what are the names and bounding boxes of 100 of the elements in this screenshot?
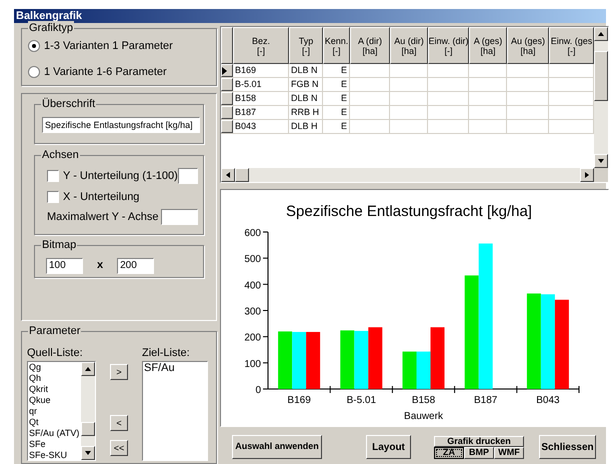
source-list[interactable]: Qg Qh Qkrit Qkue qr Qt SF/Au (ATV) SFe SFe-SKU bbox=[27, 361, 96, 461]
table-cell: E bbox=[323, 106, 350, 119]
row-header[interactable] bbox=[221, 92, 233, 105]
scroll-button[interactable] bbox=[81, 446, 95, 460]
column-header[interactable]: Au (dir) [ha] bbox=[390, 27, 428, 64]
move-button[interactable]: > bbox=[110, 364, 128, 380]
x-tick-label: B187 bbox=[474, 395, 498, 406]
list-item[interactable]: Qt bbox=[29, 417, 81, 428]
y-tick-label: 400 bbox=[244, 280, 261, 292]
table-cell: E bbox=[323, 120, 350, 133]
field-label: Maximalwert Y - Achse bbox=[47, 210, 158, 225]
y-tick-label: 300 bbox=[244, 306, 261, 318]
column-header[interactable]: Einw. (ges [-] bbox=[549, 27, 594, 64]
scroll-button[interactable] bbox=[594, 154, 608, 168]
format-button[interactable]: BMP bbox=[464, 446, 494, 458]
column-header[interactable]: Typ [-] bbox=[289, 27, 323, 64]
table-cell: B-5.01 bbox=[233, 78, 289, 91]
text-field[interactable]: Spezifische Entlastungsfracht [kg/ha] bbox=[42, 117, 200, 133]
list-item[interactable]: SF/Au bbox=[144, 362, 207, 374]
text-field[interactable] bbox=[178, 168, 198, 184]
column-header[interactable]: Einw. (dir) [-] bbox=[428, 27, 469, 64]
list-item[interactable]: qr bbox=[29, 406, 81, 417]
list-item[interactable]: Qkrit bbox=[29, 384, 81, 395]
table-cell: E bbox=[323, 64, 350, 77]
y-tick-label: 0 bbox=[255, 385, 261, 396]
row-header[interactable] bbox=[221, 64, 233, 77]
radio-button[interactable] bbox=[28, 40, 40, 52]
checkbox-label: Y - Unterteilung (1-100) bbox=[63, 169, 178, 184]
list-label: Quell-Liste: bbox=[27, 346, 84, 360]
column-header[interactable]: Kenn. [-] bbox=[323, 27, 350, 64]
scroll-button[interactable] bbox=[594, 27, 608, 41]
x-tick-label: B043 bbox=[536, 395, 560, 406]
right-arrow-icon bbox=[584, 171, 590, 179]
checkbox[interactable] bbox=[47, 190, 59, 203]
radio-label: 1-3 Varianten 1 Parameter bbox=[44, 39, 173, 54]
table-cell: E bbox=[323, 78, 350, 91]
close-button[interactable]: Schliessen bbox=[539, 435, 596, 459]
list-item[interactable]: SF/Au (ATV) bbox=[29, 428, 81, 439]
table-cell: E bbox=[323, 92, 350, 105]
scroll-thumb[interactable] bbox=[235, 168, 249, 182]
text-field[interactable] bbox=[161, 209, 198, 226]
scroll-thumb[interactable] bbox=[81, 422, 95, 436]
row-header[interactable] bbox=[221, 78, 233, 91]
print-button[interactable]: Grafik drucken bbox=[434, 436, 524, 446]
x-axis-label: Bauwerk bbox=[404, 411, 443, 422]
list-item[interactable]: Qh bbox=[29, 373, 81, 384]
checkbox[interactable] bbox=[47, 170, 59, 182]
table-cell: FGB N bbox=[289, 78, 323, 91]
window-title: Balkengrafik bbox=[16, 10, 82, 22]
apply-button[interactable]: Auswahl anwenden bbox=[232, 435, 322, 459]
target-list[interactable]: SF/Au bbox=[142, 361, 208, 461]
radio-button[interactable] bbox=[28, 66, 40, 78]
bar bbox=[292, 332, 306, 389]
column-header[interactable]: Au (ges) [ha] bbox=[507, 27, 549, 64]
current-row-icon bbox=[222, 66, 227, 74]
table-cell: B187 bbox=[233, 106, 289, 119]
bar bbox=[278, 331, 292, 389]
table-cell: DLB H bbox=[289, 120, 323, 133]
chart-title: Spezifische Entlastungsfracht [kg/ha] bbox=[286, 203, 532, 220]
scroll-button[interactable] bbox=[221, 168, 235, 182]
move-button[interactable]: << bbox=[110, 440, 128, 456]
text-field[interactable]: 100 bbox=[46, 258, 83, 274]
column-header[interactable]: A (ges) [ha] bbox=[469, 27, 507, 64]
text-field[interactable]: 200 bbox=[117, 258, 154, 274]
y-tick-label: 100 bbox=[244, 358, 261, 370]
table-cell: B169 bbox=[233, 64, 289, 77]
move-button[interactable]: < bbox=[110, 415, 128, 431]
left-arrow-icon bbox=[225, 171, 231, 179]
table-cell: B043 bbox=[233, 120, 289, 133]
bar bbox=[402, 352, 416, 389]
scroll-thumb[interactable] bbox=[594, 51, 608, 101]
list-item[interactable]: SFe-SKU bbox=[29, 450, 81, 460]
y-tick-label: 200 bbox=[244, 332, 261, 344]
scroll-button[interactable] bbox=[81, 362, 95, 376]
column-header[interactable]: Bez. [-] bbox=[233, 27, 289, 64]
format-button[interactable]: WMF bbox=[494, 446, 524, 458]
y-tick-label: 600 bbox=[244, 228, 261, 239]
scrollbar[interactable] bbox=[221, 168, 594, 182]
group-label: Grafiktyp bbox=[28, 21, 74, 35]
bar bbox=[368, 327, 382, 389]
scrollbar[interactable] bbox=[81, 362, 95, 460]
table-cell: RRB H bbox=[289, 106, 323, 119]
bar bbox=[340, 330, 354, 389]
table-cell: B158 bbox=[233, 92, 289, 105]
bar bbox=[306, 332, 320, 389]
list-item[interactable]: SFe bbox=[29, 439, 81, 450]
layout-button[interactable]: Layout bbox=[366, 435, 411, 459]
scrollbar[interactable] bbox=[594, 27, 608, 168]
column-header[interactable]: A (dir) [ha] bbox=[350, 27, 390, 64]
x-tick-label: B169 bbox=[287, 395, 311, 406]
down-arrow-icon bbox=[84, 450, 92, 456]
up-arrow-icon bbox=[597, 31, 605, 37]
checkbox-label: X - Unterteilung bbox=[63, 190, 140, 204]
row-header[interactable] bbox=[221, 106, 233, 119]
list-item[interactable]: Qg bbox=[29, 362, 81, 373]
row-header[interactable] bbox=[221, 120, 233, 133]
x-tick-label: B-5.01 bbox=[346, 395, 376, 406]
list-item[interactable]: Qkue bbox=[29, 395, 81, 406]
list-label: Ziel-Liste: bbox=[142, 346, 191, 360]
scroll-button[interactable] bbox=[580, 168, 594, 182]
